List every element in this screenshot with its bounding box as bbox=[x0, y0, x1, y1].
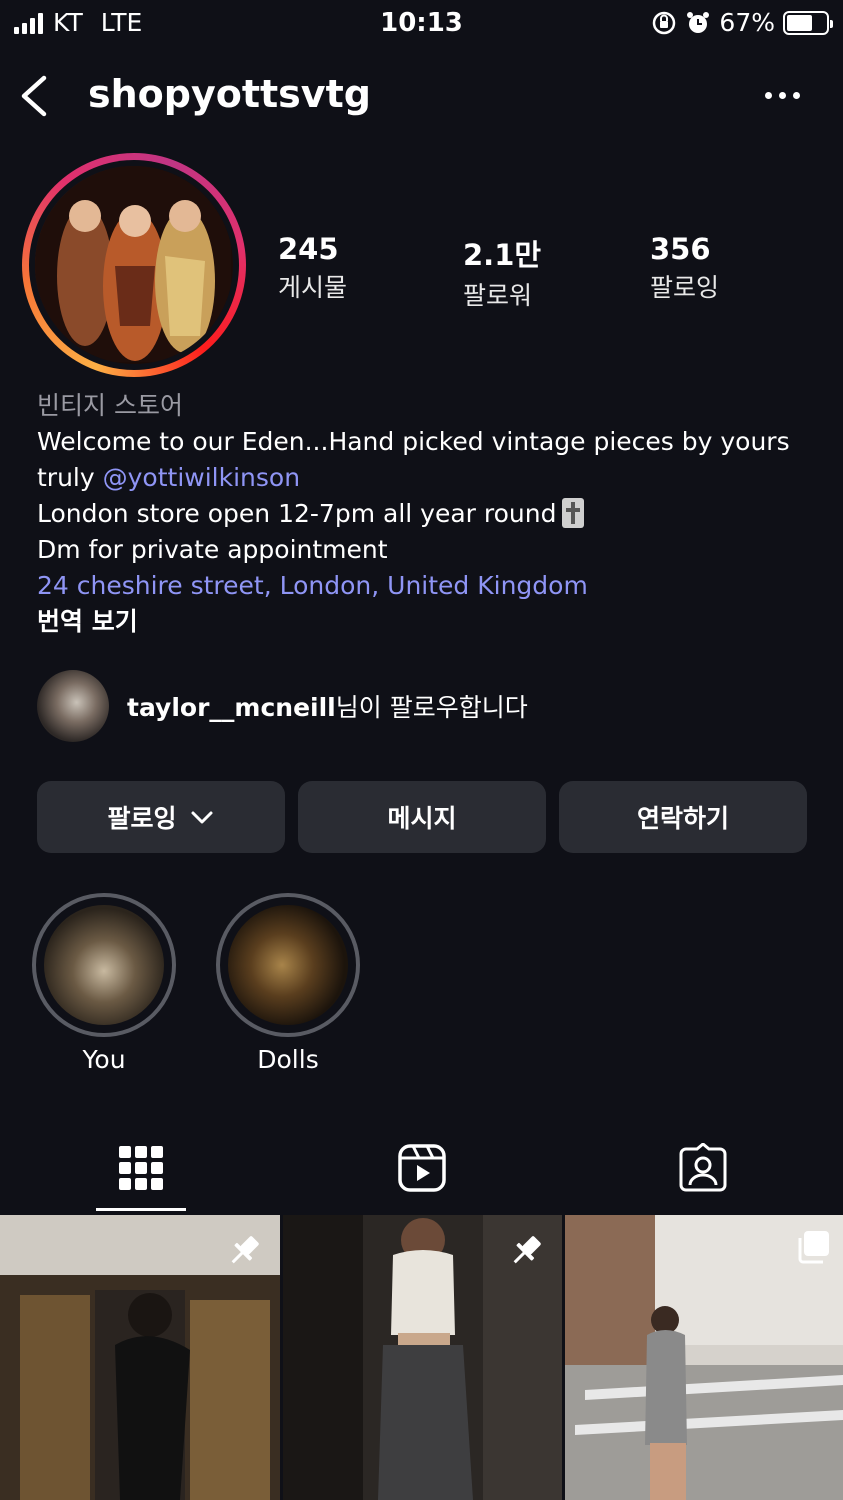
highlight-you[interactable]: You bbox=[32, 893, 176, 1074]
alarm-icon bbox=[687, 11, 710, 33]
grid-icon bbox=[119, 1146, 163, 1190]
following-label: 팔로잉 bbox=[650, 273, 720, 302]
following-button[interactable]: 팔로잉 bbox=[37, 781, 285, 853]
bio-line: London store open 12-7pm all year round bbox=[37, 499, 557, 528]
mutual-follower-avatar bbox=[37, 670, 109, 742]
posts-label: 게시물 bbox=[278, 273, 348, 302]
coffin-emoji-icon bbox=[562, 498, 585, 528]
posts-count: 245 bbox=[278, 232, 339, 266]
highlight-label: You bbox=[82, 1045, 126, 1074]
message-button[interactable]: 메시지 bbox=[298, 781, 546, 853]
followers-count: 2.1만 bbox=[463, 238, 542, 272]
highlight-label: Dolls bbox=[257, 1045, 319, 1074]
bio-line: truly bbox=[37, 463, 103, 492]
back-button[interactable] bbox=[14, 72, 58, 120]
message-button-label: 메시지 bbox=[387, 804, 457, 833]
grid-post[interactable] bbox=[283, 1215, 562, 1500]
contact-button[interactable]: 연락하기 bbox=[559, 781, 807, 853]
more-horizontal-icon bbox=[764, 91, 772, 99]
following-count: 356 bbox=[650, 232, 711, 266]
status-right: 67% bbox=[651, 8, 833, 37]
profile-category: 빈티지 스토어 bbox=[37, 391, 183, 420]
status-bar: KT LTE 10:13 67% bbox=[0, 0, 843, 48]
bio-line: Welcome to our Eden...Hand picked vintag… bbox=[37, 427, 790, 456]
battery-percent: 67% bbox=[719, 8, 775, 37]
profile-header: shopyottsvtg bbox=[0, 60, 843, 132]
highlight-dolls[interactable]: Dolls bbox=[216, 893, 360, 1074]
highlight-cover bbox=[228, 905, 348, 1025]
tab-reels[interactable] bbox=[367, 1126, 477, 1210]
contact-button-label: 연락하기 bbox=[636, 804, 729, 833]
followers-label: 팔로워 bbox=[463, 281, 533, 310]
chevron-down-icon bbox=[191, 811, 212, 824]
following-button-label: 팔로잉 bbox=[107, 804, 177, 833]
followed-by-suffix: 님이 팔로우합니다 bbox=[335, 693, 528, 722]
chevron-left-icon bbox=[21, 75, 47, 117]
grid-post[interactable] bbox=[0, 1215, 280, 1500]
mention-link[interactable]: @yottiwilkinson bbox=[103, 463, 300, 492]
followed-by[interactable]: taylor__mcneill님이 팔로우합니다 bbox=[37, 670, 528, 742]
profile-bio: 빈티지 스토어 Welcome to our Eden...Hand picke… bbox=[37, 388, 827, 640]
pin-icon bbox=[513, 1236, 541, 1264]
tagged-icon bbox=[679, 1143, 727, 1192]
stat-following[interactable]: 356 팔로잉 bbox=[650, 232, 719, 304]
bio-line: Dm for private appointment bbox=[37, 535, 388, 564]
battery-icon bbox=[783, 10, 833, 35]
tab-posts-grid[interactable] bbox=[86, 1126, 196, 1210]
highlight-cover bbox=[44, 905, 164, 1025]
grid-post[interactable] bbox=[565, 1215, 843, 1500]
tab-tagged[interactable] bbox=[648, 1126, 758, 1210]
stat-followers[interactable]: 2.1만 팔로워 bbox=[463, 232, 541, 312]
more-options-button[interactable] bbox=[757, 80, 807, 110]
profile-avatar[interactable] bbox=[22, 153, 246, 377]
stat-posts[interactable]: 245 게시물 bbox=[278, 232, 347, 304]
multi-photo-icon bbox=[798, 1231, 829, 1264]
orientation-lock-icon bbox=[653, 11, 676, 34]
profile-username: shopyottsvtg bbox=[88, 72, 371, 116]
active-tab-indicator bbox=[96, 1208, 186, 1211]
mutual-follower-name: taylor__mcneill bbox=[127, 693, 336, 722]
address-link[interactable]: 24 cheshire street, London, United Kingd… bbox=[37, 568, 827, 604]
pin-icon bbox=[231, 1236, 259, 1264]
translate-link[interactable]: 번역 보기 bbox=[37, 604, 827, 640]
avatar-image bbox=[35, 166, 233, 364]
reels-icon bbox=[398, 1144, 446, 1192]
